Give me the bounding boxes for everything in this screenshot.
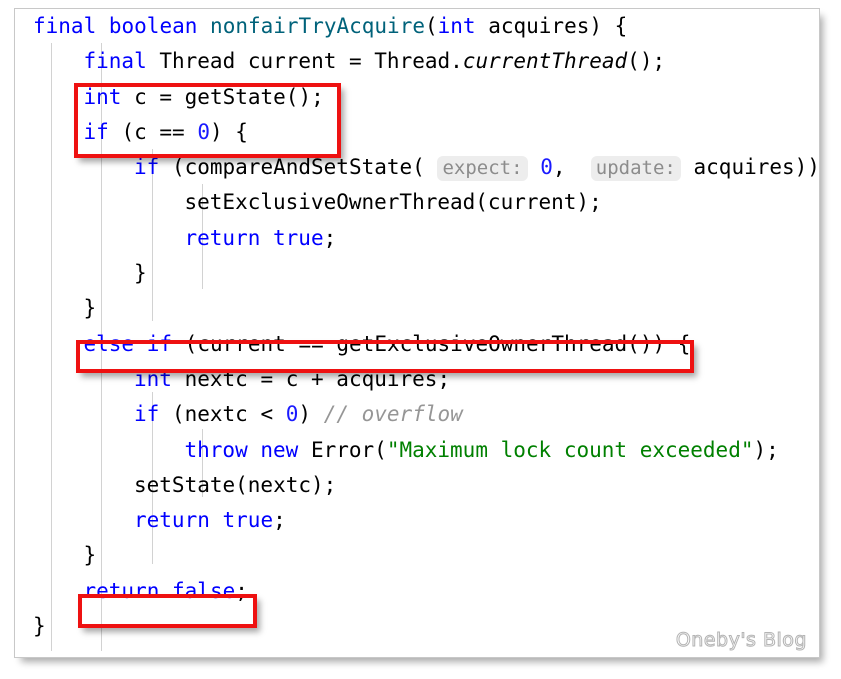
- code-token: (c ==: [108, 119, 198, 144]
- code-token: if: [134, 402, 160, 427]
- code-editor-frame: final boolean nonfairTryAcquire(int acqu…: [14, 8, 820, 658]
- code-token: false: [172, 578, 236, 603]
- code-token: true: [222, 508, 274, 533]
- code-token: }: [83, 296, 97, 321]
- code-token: setExclusiveOwnerThread(current);: [184, 190, 602, 215]
- code-token: ;: [323, 225, 337, 250]
- watermark-text: Oneby's Blog: [675, 629, 807, 652]
- code-token: int: [134, 366, 172, 391]
- code-line[interactable]: return false;: [15, 574, 819, 609]
- code-line[interactable]: setExclusiveOwnerThread(current);: [15, 185, 819, 220]
- code-line[interactable]: return true;: [15, 221, 819, 256]
- code-token: nonfairTryAcquire: [210, 14, 425, 38]
- code-token: else: [83, 331, 135, 356]
- code-token: throw: [184, 437, 248, 462]
- code-token: if: [146, 331, 173, 356]
- screenshot-root: final boolean nonfairTryAcquire(int acqu…: [0, 0, 841, 679]
- code-token: final: [83, 49, 147, 74]
- code-token: Error(: [298, 437, 387, 462]
- code-token: (: [424, 14, 438, 38]
- code-token: Thread current = Thread.: [146, 49, 463, 74]
- code-token: }: [33, 614, 46, 639]
- parameter-hint: update:: [590, 156, 681, 182]
- code-token: final: [33, 14, 97, 38]
- code-token: ;: [235, 578, 248, 603]
- code-token: // overflow: [323, 402, 463, 427]
- code-token: ();: [627, 49, 666, 74]
- code-line[interactable]: int nextc = c + acquires;: [15, 362, 819, 397]
- code-token: return: [134, 508, 210, 533]
- code-token: ,: [552, 155, 591, 180]
- code-line[interactable]: int c = getState();: [15, 80, 819, 115]
- code-token: }: [134, 261, 147, 286]
- code-token: }: [83, 543, 97, 568]
- code-token: true: [273, 225, 324, 250]
- code-line[interactable]: final boolean nonfairTryAcquire(int acqu…: [15, 9, 819, 44]
- code-token: acquires)) {: [693, 155, 819, 180]
- code-line[interactable]: if (nextc < 0) // overflow: [15, 397, 819, 432]
- code-line[interactable]: }: [15, 538, 819, 573]
- code-line[interactable]: if (compareAndSetState( expect: 0, updat…: [15, 150, 819, 185]
- code-token: return: [83, 578, 160, 603]
- code-surface[interactable]: final boolean nonfairTryAcquire(int acqu…: [15, 9, 819, 657]
- code-token: "Maximum lock count exceeded": [386, 437, 754, 462]
- code-token: (nextc <: [159, 402, 286, 427]
- code-line[interactable]: return true;: [15, 503, 819, 538]
- code-token: setState(nextc);: [134, 472, 337, 497]
- code-token: acquires) {: [475, 14, 628, 38]
- code-token: ) {: [209, 119, 248, 144]
- code-token: int: [437, 14, 476, 38]
- code-line[interactable]: if (c == 0) {: [15, 115, 819, 150]
- code-block[interactable]: final boolean nonfairTryAcquire(int acqu…: [15, 9, 819, 644]
- code-token: if: [134, 155, 160, 180]
- code-token: (compareAndSetState(: [159, 155, 425, 180]
- code-token: 0: [285, 402, 299, 427]
- code-token: 0: [197, 119, 210, 144]
- code-token: nextc = c + acquires;: [171, 366, 451, 391]
- parameter-hint: expect:: [437, 156, 528, 182]
- code-token: if: [83, 119, 109, 144]
- code-token: currentThread: [462, 49, 628, 74]
- code-token: c = getState();: [121, 84, 324, 109]
- code-token: new: [260, 437, 299, 462]
- code-line[interactable]: final Thread current = Thread.currentThr…: [15, 44, 819, 79]
- code-token: 0: [540, 155, 553, 180]
- code-token: );: [753, 437, 779, 462]
- code-token: ;: [273, 508, 286, 533]
- code-line[interactable]: }: [15, 291, 819, 326]
- code-line[interactable]: setState(nextc);: [15, 468, 819, 503]
- code-token: boolean: [108, 14, 198, 38]
- code-token: int: [83, 84, 122, 109]
- code-line[interactable]: else if (current == getExclusiveOwnerThr…: [15, 327, 819, 362]
- code-token: return: [184, 225, 261, 250]
- code-token: (current == getExclusiveOwnerThread()) {: [172, 331, 691, 356]
- code-line[interactable]: }: [15, 256, 819, 291]
- code-line[interactable]: throw new Error("Maximum lock count exce…: [15, 433, 819, 468]
- code-token: ): [298, 402, 324, 427]
